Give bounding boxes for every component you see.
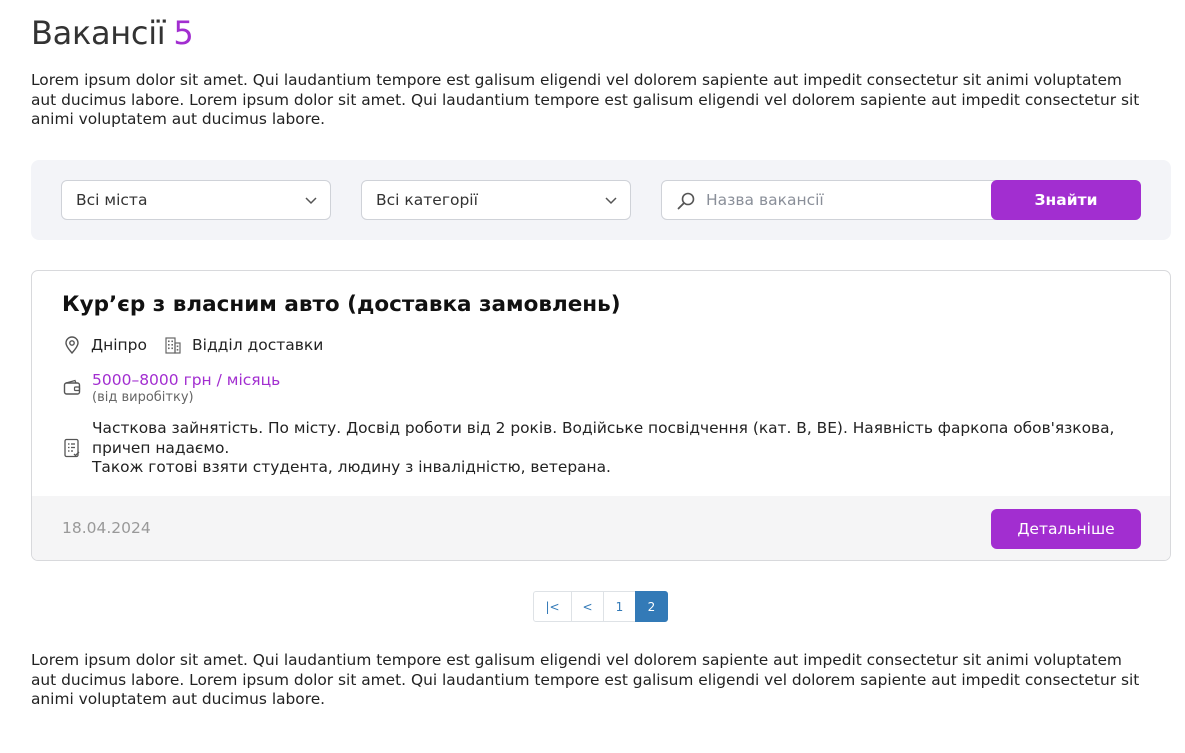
search-icon — [677, 192, 695, 210]
vacancy-salary-note: (від виробітку) — [92, 390, 194, 405]
filter-bar: Всі міста Всі категорії Знайти — [31, 160, 1171, 240]
location-pin-icon — [65, 336, 79, 355]
vacancy-description: Часткова зайнятість. По місту. Досвід ро… — [92, 419, 1115, 476]
vacancy-city: Дніпро — [91, 336, 148, 354]
vacancy-meta: Дніпро Відділ доставки — [62, 335, 323, 355]
vacancy-count: 5 — [173, 14, 194, 52]
intro-text: Lorem ipsum dolor sit amet. Qui laudanti… — [31, 71, 1140, 128]
vacancy-card-footer: 18.04.2024 Детальніше — [32, 496, 1170, 560]
pagination-prev[interactable]: < — [571, 591, 604, 622]
category-select[interactable]: Всі категорії — [361, 180, 631, 220]
vacancy-department: Відділ доставки — [192, 336, 324, 354]
vacancy-title[interactable]: Кур’єр з власним авто (доставка замовлен… — [62, 292, 621, 317]
city-select[interactable]: Всі міста — [61, 180, 331, 220]
building-icon — [165, 337, 181, 354]
page-title: Вакансії 5 — [31, 14, 194, 52]
clipboard-list-icon — [64, 438, 80, 458]
details-button[interactable]: Детальніше — [991, 509, 1141, 549]
chevron-down-icon — [305, 197, 317, 205]
search-input[interactable] — [706, 181, 986, 219]
outro-text: Lorem ipsum dolor sit amet. Qui laudanti… — [31, 651, 1140, 708]
pagination-first[interactable]: |< — [533, 591, 572, 622]
vacancy-card: Кур’єр з власним авто (доставка замовлен… — [31, 270, 1171, 561]
chevron-down-icon — [605, 197, 617, 205]
vacancy-salary: 5000–8000 грн / місяць — [92, 371, 281, 389]
vacancy-date: 18.04.2024 — [62, 519, 151, 537]
wallet-icon — [63, 379, 81, 395]
pagination-page-2-active[interactable]: 2 — [635, 591, 668, 622]
city-select-value: Всі міста — [76, 191, 148, 209]
search-button[interactable]: Знайти — [991, 180, 1141, 220]
pagination-page-1[interactable]: 1 — [603, 591, 636, 622]
pagination: |< < 1 2 — [533, 591, 668, 622]
page-title-text: Вакансії — [31, 14, 166, 52]
category-select-value: Всі категорії — [376, 191, 478, 209]
